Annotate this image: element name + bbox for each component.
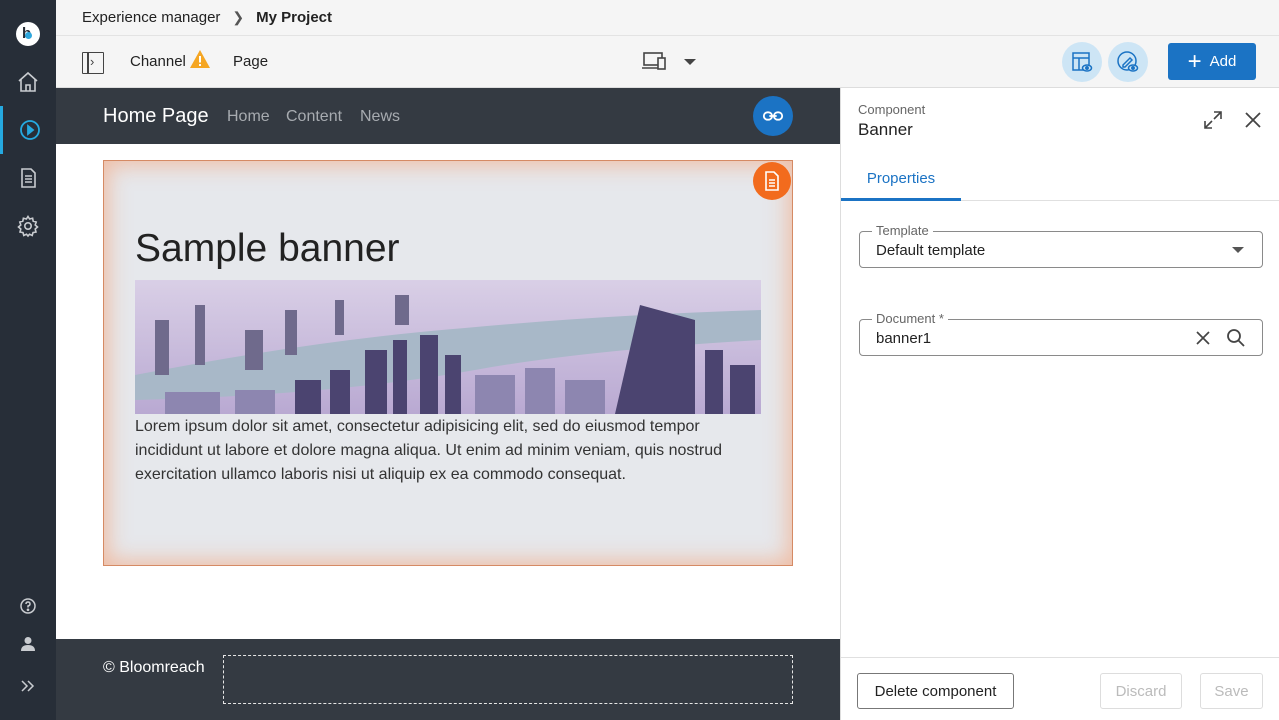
settings-icon[interactable] <box>0 202 56 250</box>
add-button-label: Add <box>1209 53 1237 70</box>
site-nav-content[interactable]: Content <box>286 108 342 126</box>
document-label: Document * <box>872 311 948 326</box>
site-nav-home[interactable]: Home <box>227 108 270 126</box>
clear-icon[interactable] <box>1195 330 1211 346</box>
tab-properties[interactable]: Properties <box>841 158 961 201</box>
template-label: Template <box>872 223 933 238</box>
home-icon[interactable] <box>0 58 56 106</box>
document-icon <box>765 171 779 191</box>
component-properties-panel: Component Banner Properties Template Def… <box>840 88 1279 720</box>
footer-copyright: © Bloomreach <box>103 659 205 676</box>
sidebar-toggle-icon[interactable]: › <box>82 52 104 74</box>
panel-tabs: Properties <box>841 158 1279 201</box>
documents-icon[interactable] <box>0 154 56 202</box>
template-select[interactable]: Template Default template <box>859 223 1263 268</box>
document-field[interactable]: Document * banner1 <box>859 311 1263 356</box>
panel-title: Banner <box>858 120 913 139</box>
toolbar: › Channel Page + Add <box>56 36 1279 88</box>
bloomreach-logo[interactable]: b <box>16 22 40 46</box>
close-icon[interactable] <box>1244 111 1262 129</box>
component-overlay-icon <box>1072 52 1093 72</box>
expand-rail-icon[interactable] <box>0 662 56 710</box>
site-navbar: Home Page Home Content News <box>56 88 840 144</box>
template-value: Default template <box>876 242 986 259</box>
edit-document-button[interactable] <box>753 162 791 200</box>
plus-icon: + <box>1187 47 1202 75</box>
banner-image <box>135 280 761 414</box>
banner-title: Sample banner <box>135 227 400 270</box>
site-brand[interactable]: Home Page <box>103 105 209 128</box>
site-footer: © Bloomreach <box>56 639 840 720</box>
menu-link-button[interactable] <box>753 96 793 136</box>
breadcrumb: Experience manager ❯ My Project <box>56 0 1279 36</box>
page-menu[interactable]: Page <box>233 53 268 70</box>
breadcrumb-root[interactable]: Experience manager <box>82 9 220 26</box>
banner-text: Lorem ipsum dolor sit amet, consectetur … <box>135 418 722 483</box>
site-nav-news[interactable]: News <box>360 108 400 126</box>
user-icon[interactable] <box>0 620 56 668</box>
delete-component-button[interactable]: Delete component <box>857 673 1014 709</box>
component-overlay-toggle-button[interactable] <box>1062 42 1102 82</box>
panel-footer: Delete component Discard Save <box>841 657 1279 720</box>
chevron-right-icon: ❯ <box>232 9 245 25</box>
expand-icon[interactable] <box>1203 110 1223 130</box>
save-button[interactable]: Save <box>1200 673 1263 709</box>
page-preview: Home Page Home Content News Sample banne… <box>56 88 840 720</box>
edit-overlay-toggle-button[interactable] <box>1108 42 1148 82</box>
device-dropdown-caret-icon[interactable] <box>684 59 696 65</box>
document-value: banner1 <box>876 330 932 347</box>
breadcrumb-current: My Project <box>256 9 333 26</box>
device-icon[interactable] <box>641 51 667 71</box>
banner-component[interactable]: Sample banner Lorem ipsum dolor sit amet… <box>103 160 793 566</box>
link-icon <box>762 111 784 121</box>
channel-menu[interactable]: Channel <box>130 53 186 70</box>
chevron-down-icon <box>1232 247 1244 253</box>
edit-overlay-icon <box>1117 51 1139 72</box>
discard-button[interactable]: Discard <box>1100 673 1182 709</box>
warning-icon <box>190 50 210 68</box>
add-button[interactable]: + Add <box>1168 43 1256 80</box>
panel-kicker: Component <box>858 102 926 117</box>
left-rail: b <box>0 0 56 720</box>
search-icon[interactable] <box>1226 328 1246 348</box>
experience-manager-icon[interactable] <box>0 106 56 154</box>
empty-container-slot[interactable] <box>223 655 793 704</box>
